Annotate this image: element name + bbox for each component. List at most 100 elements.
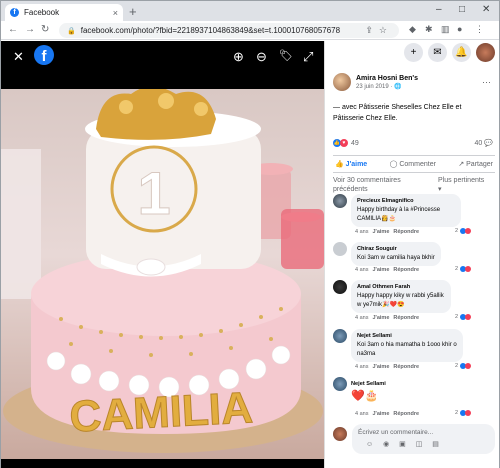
comment-reply-link[interactable]: Répondre — [393, 364, 419, 370]
comment-meta: 4 ans J'aime Répondre — [355, 315, 420, 321]
extensions-puzzle-icon[interactable]: ✱ — [425, 24, 433, 35]
comment-icon: ◯ — [389, 161, 400, 168]
facebook-logo-icon[interactable]: f — [34, 45, 54, 65]
comment-reply-link[interactable]: Répondre — [393, 229, 419, 235]
comment-like-link[interactable]: J'aime — [372, 267, 389, 273]
commenter-name[interactable]: Nejet Sellami — [357, 332, 457, 341]
comment-input[interactable]: Écrivez un commentaire... ☺ ◉ ▣ ◫ ▤ — [352, 424, 495, 454]
commenter-avatar[interactable] — [333, 194, 347, 208]
comment-item: Nejet Sellami ❤️🎂 — [333, 377, 392, 406]
comment-text: Happy birthday à la #Princesse CAMILIA👸🎂 — [357, 207, 441, 222]
commenter-name[interactable]: Amal Othmen Farah — [357, 283, 445, 292]
address-bar[interactable]: 🔒 facebook.com/photo/?fbid=2218937104863… — [59, 23, 399, 38]
comment-item: Amal Othmen Farah Happy happy kiky w rab… — [333, 280, 451, 313]
messenger-icon[interactable]: ✉ — [428, 43, 447, 62]
browser-toolbar: ← → ↻ 🔒 facebook.com/photo/?fbid=2218937… — [1, 21, 499, 40]
comment-bubble: Precieux Elmagnifico Happy birthday à la… — [351, 194, 461, 227]
commenter-avatar[interactable] — [333, 329, 347, 343]
comment-item: Chiraz Souguir Koi 3am w camilia haya bk… — [333, 242, 441, 266]
commenter-avatar[interactable] — [333, 242, 347, 256]
privacy-globe-icon: 🌐 — [394, 83, 402, 90]
sort-dropdown[interactable]: Plus pertinents ▾ — [438, 176, 488, 194]
tab-close-icon[interactable]: × — [113, 8, 118, 18]
like-button[interactable]: 👍 J'aime — [335, 160, 367, 168]
maximize-button[interactable]: □ — [459, 4, 465, 15]
create-plus-icon[interactable]: + — [404, 43, 423, 62]
comment-reactions[interactable]: 2 — [455, 410, 472, 416]
comment-meta: 4 ans J'aime Répondre — [355, 364, 420, 370]
close-window-button[interactable]: ✕ — [482, 4, 490, 15]
commenter-name[interactable]: Nejet Sellami — [351, 380, 386, 389]
share-icon: ↗ — [458, 161, 467, 168]
url-text: facebook.com/photo/?fbid=221893710486384… — [80, 26, 341, 35]
comment-button[interactable]: ◯ Commenter — [390, 160, 436, 168]
comment-count[interactable]: 40 — [474, 140, 482, 147]
comment-reply-link[interactable]: Répondre — [393, 267, 419, 273]
comment-placeholder: Écrivez un commentaire... — [358, 429, 434, 436]
composer-emoji-gif-sticker-icons[interactable]: ☺ ◉ ▣ ◫ ▤ — [366, 440, 443, 448]
comment-reactions[interactable]: 2 — [455, 363, 472, 369]
comment-reactions[interactable]: 2 — [455, 266, 472, 272]
comment-reply-link[interactable]: Répondre — [393, 315, 419, 321]
author-name[interactable]: Amira Hosni Ben's — [356, 75, 418, 82]
sidepanel-icon[interactable]: ▥ — [441, 24, 450, 35]
love-reaction-icon: ♥ — [340, 139, 348, 147]
comment-like-link[interactable]: J'aime — [372, 315, 389, 321]
reaction-count: 49 — [351, 139, 359, 147]
commenter-avatar[interactable] — [333, 377, 347, 391]
post-options-icon[interactable]: ⋯ — [482, 77, 491, 88]
comment-text: Happy happy kiky w rabbi y5allik w ye7mi… — [357, 293, 444, 308]
zoom-out-icon[interactable]: ⊖ — [256, 49, 267, 65]
commenter-name[interactable]: Precieux Elmagnifico — [357, 197, 455, 206]
comment-text: Koi 3am w camilia haya bkhir — [357, 255, 435, 261]
minimize-button[interactable]: – — [436, 4, 442, 15]
menu-dots-icon[interactable]: ⋮ — [475, 24, 484, 35]
post-date[interactable]: 23 juin 2019 · — [356, 84, 394, 90]
commenter-avatar[interactable] — [333, 280, 347, 294]
fullscreen-icon[interactable]: ⤢ — [303, 49, 313, 65]
extension-icon[interactable]: ◆ — [409, 24, 416, 35]
comment-reply-link[interactable]: Répondre — [393, 411, 419, 417]
post-author: Amira Hosni Ben's 23 juin 2019 · 🌐 — [333, 73, 418, 91]
comment-text: Koi 3am o hia mamatha b 1ooo khir o na3m… — [357, 342, 457, 357]
cake-name-text: CAMILIA — [68, 383, 254, 442]
account-avatar[interactable] — [476, 43, 495, 62]
comment-like-link[interactable]: J'aime — [372, 411, 389, 417]
thumbs-up-icon: 👍 — [335, 161, 346, 168]
my-avatar[interactable] — [333, 427, 347, 441]
comment-bubble: Nejet Sellami ❤️🎂 — [351, 377, 392, 406]
profile-avatar-icon[interactable]: ● — [457, 24, 462, 34]
comment-reactions[interactable]: 2 — [455, 314, 472, 320]
comment-meta: 4 ans J'aime Répondre — [355, 229, 420, 235]
post-actions: 👍 J'aime ◯ Commenter ↗ Partager — [333, 155, 495, 173]
close-viewer-icon[interactable]: ✕ — [13, 49, 24, 65]
back-arrow-icon[interactable]: ← — [8, 24, 18, 35]
reload-icon[interactable]: ↻ — [41, 24, 49, 35]
browser-tab[interactable]: f Facebook × — [5, 4, 123, 21]
comment-meta: 4 ans J'aime Répondre — [355, 411, 420, 417]
comment-bubble: Amal Othmen Farah Happy happy kiky w rab… — [351, 280, 451, 313]
comments-header: Voir 30 commentaires précédents Plus per… — [333, 176, 495, 194]
new-tab-button[interactable]: + — [129, 5, 137, 18]
comment-bubble: Nejet Sellami Koi 3am o hia mamatha b 1o… — [351, 329, 463, 362]
share-button[interactable]: ↗ Partager — [458, 160, 493, 168]
tag-icon[interactable]: 🏷 — [279, 49, 293, 62]
zoom-in-icon[interactable]: ⊕ — [233, 49, 244, 65]
cake-number: 1 — [137, 160, 170, 227]
facebook-favicon-icon: f — [10, 8, 19, 17]
notifications-bell-icon[interactable]: 🔔 — [452, 43, 471, 62]
comment-like-link[interactable]: J'aime — [372, 229, 389, 235]
comment-item: Precieux Elmagnifico Happy birthday à la… — [333, 194, 461, 227]
commenter-name[interactable]: Chiraz Souguir — [357, 245, 435, 254]
author-avatar[interactable] — [333, 73, 351, 91]
forward-arrow-icon[interactable]: → — [25, 24, 35, 35]
comment-item: Nejet Sellami Koi 3am o hia mamatha b 1o… — [333, 329, 463, 362]
comment-bubble-icon: 💬 — [484, 140, 493, 147]
bookmark-star-icon[interactable]: ⇪☆ — [365, 25, 393, 36]
view-previous-comments[interactable]: Voir 30 commentaires précédents — [333, 176, 428, 194]
tab-strip: f Facebook × + – □ ✕ — [1, 1, 499, 21]
reactions-summary[interactable]: 👍 ♥ 49 40 💬 — [333, 139, 493, 147]
comment-like-link[interactable]: J'aime — [372, 364, 389, 370]
comment-reactions[interactable]: 2 — [455, 228, 472, 234]
comment-meta: 4 ans J'aime Répondre — [355, 267, 420, 273]
